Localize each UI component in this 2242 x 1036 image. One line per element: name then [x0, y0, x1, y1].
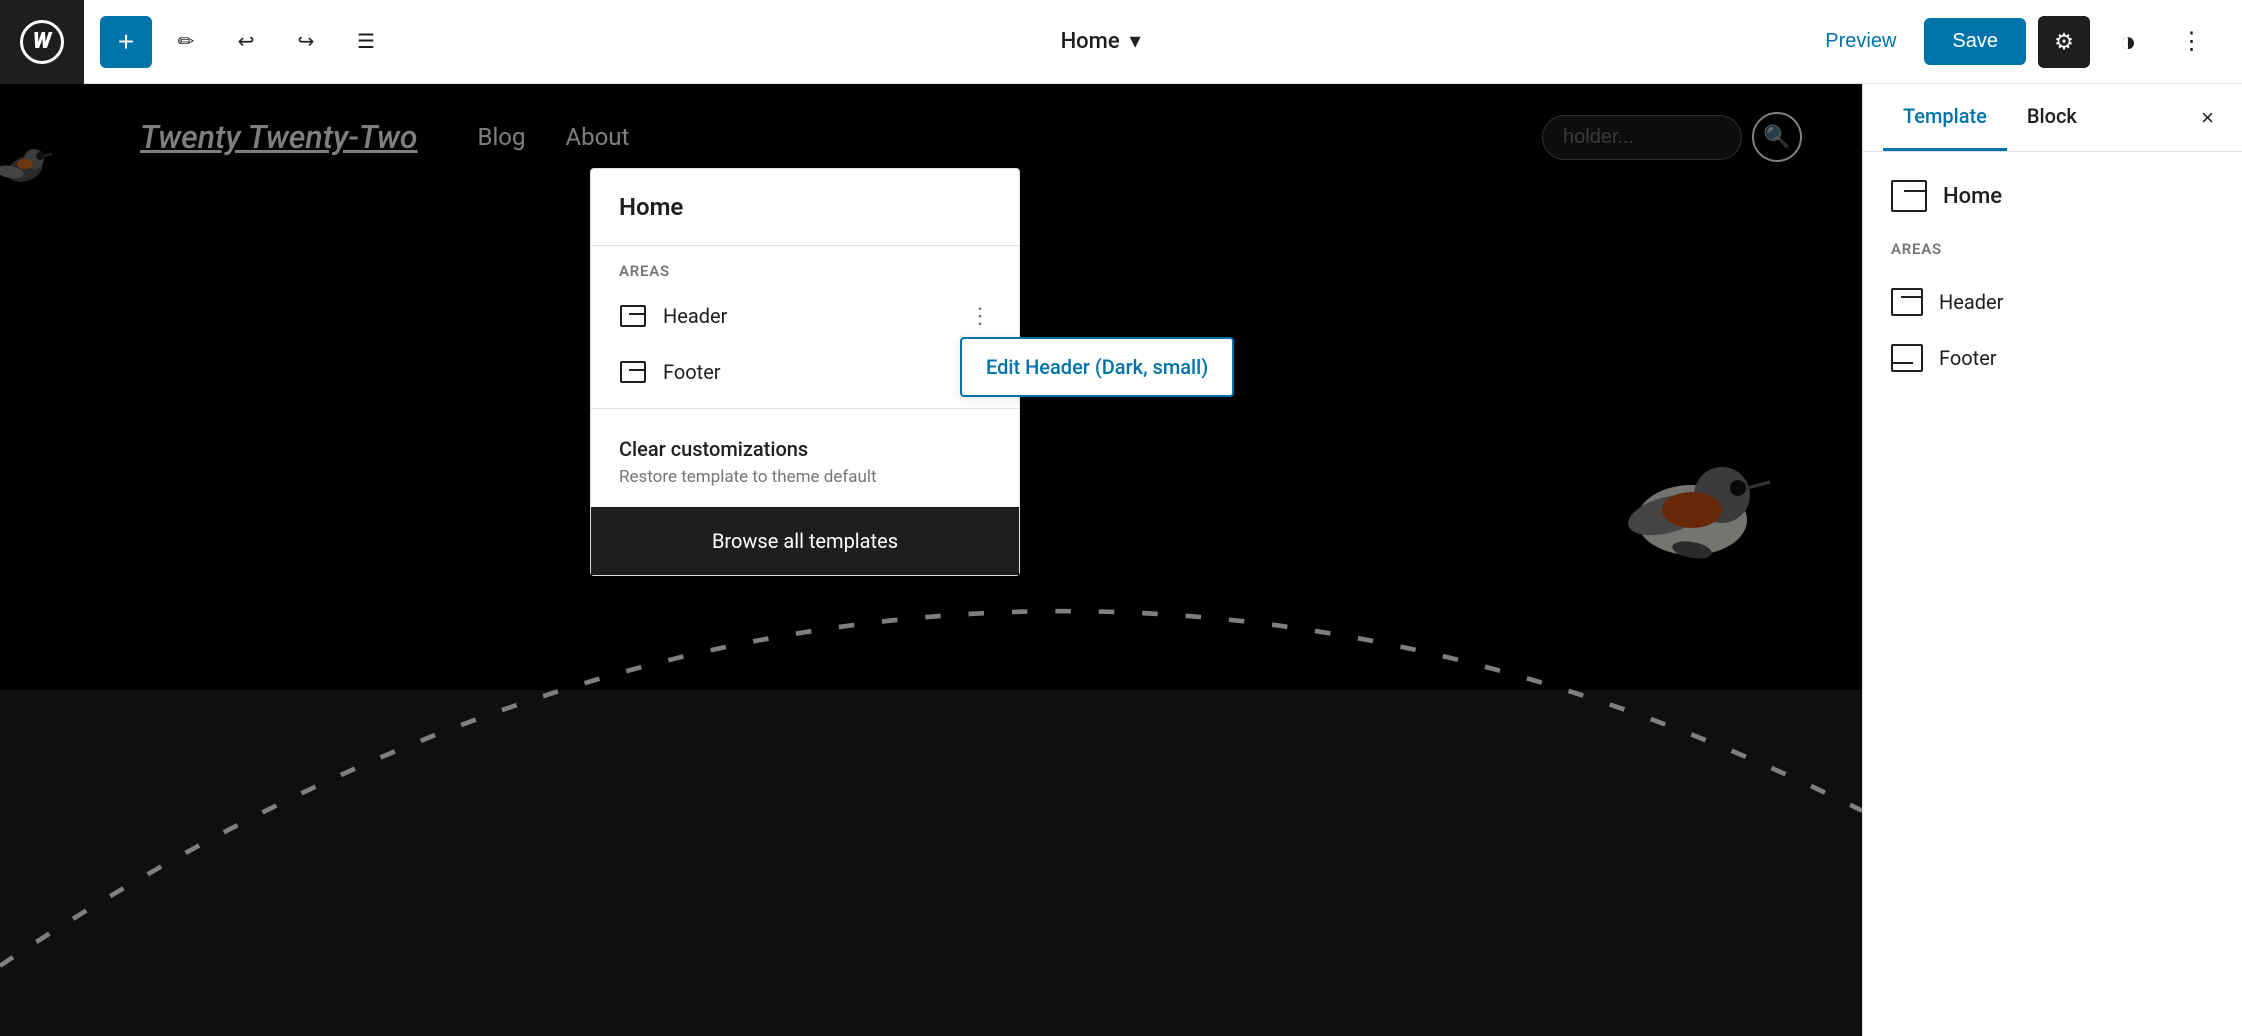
dropdown-header-dots[interactable]: ⋮: [969, 304, 991, 329]
dropdown-clear-title: Clear customizations: [619, 437, 991, 461]
dropdown-areas-label: AREAS: [591, 246, 1019, 288]
edit-header-label: Edit Header (Dark, small): [986, 355, 1208, 379]
toolbar-center: Home ▾: [392, 29, 1809, 54]
sidebar-header-item[interactable]: Header: [1891, 274, 2214, 330]
add-block-button[interactable]: +: [100, 16, 152, 68]
sidebar-content: Home AREAS Header Footer: [1863, 152, 2242, 1036]
canvas: Twenty Twenty-Two Blog About 🔍: [0, 84, 1862, 1036]
tab-template[interactable]: Template: [1883, 84, 2007, 151]
contrast-button[interactable]: ◑: [2102, 16, 2154, 68]
toolbar: W + ✏ ↩ ↪ ☰ Home ▾ Preview Save ⚙ ◑ ⋮: [0, 0, 2242, 84]
wp-logo[interactable]: W: [0, 0, 84, 84]
chevron-down-icon: ▾: [1130, 29, 1141, 54]
edit-header-tooltip[interactable]: Edit Header (Dark, small): [960, 337, 1234, 397]
settings-button[interactable]: ⚙: [2038, 16, 2090, 68]
page-title: Home: [1061, 29, 1120, 54]
dropdown-header-item[interactable]: Header ⋮: [591, 288, 1019, 344]
dropdown-title: Home: [591, 169, 1019, 246]
dropdown-browse-label: Browse all templates: [712, 529, 898, 553]
dropdown-header-label: Header: [663, 304, 953, 328]
list-view-button[interactable]: ☰: [340, 16, 392, 68]
undo-button[interactable]: ↩: [220, 16, 272, 68]
sidebar-header-label: Header: [1939, 290, 2003, 314]
sidebar-template-name: Home: [1943, 184, 2002, 209]
dropdown-footer-label: Footer: [663, 360, 991, 384]
sidebar-areas-label: AREAS: [1891, 240, 2214, 258]
wp-logo-icon: W: [20, 20, 64, 64]
more-options-button[interactable]: ⋮: [2166, 16, 2218, 68]
dropdown-footer-item[interactable]: Footer: [591, 344, 1019, 400]
header-icon: [620, 305, 646, 327]
edit-button[interactable]: ✏: [160, 16, 212, 68]
preview-button[interactable]: Preview: [1809, 20, 1912, 63]
sidebar-header-icon: [1891, 288, 1923, 316]
dropdown-panel: Home AREAS Header ⋮ Footer Clear customi…: [590, 168, 1020, 576]
footer-template-icon: [619, 358, 647, 386]
sidebar-footer-item[interactable]: Footer: [1891, 330, 2214, 386]
sidebar-template-icon: [1891, 180, 1927, 212]
dropdown-browse-footer[interactable]: Browse all templates: [591, 507, 1019, 575]
toolbar-left: + ✏ ↩ ↪ ☰: [100, 16, 392, 68]
dropdown-clear-desc: Restore template to theme default: [619, 467, 991, 487]
dropdown-divider: [591, 408, 1019, 409]
sidebar-footer-label: Footer: [1939, 346, 1997, 370]
sidebar-template-row: Home: [1891, 180, 2214, 212]
save-button[interactable]: Save: [1924, 18, 2026, 65]
redo-button[interactable]: ↪: [280, 16, 332, 68]
dropdown-clear-section: Clear customizations Restore template to…: [591, 417, 1019, 507]
main: Twenty Twenty-Two Blog About 🔍: [0, 84, 2242, 1036]
footer-icon: [620, 361, 646, 383]
header-template-icon: [619, 302, 647, 330]
toolbar-right: Preview Save ⚙ ◑ ⋮: [1809, 16, 2218, 68]
tab-block[interactable]: Block: [2007, 84, 2097, 151]
sidebar-footer-icon: [1891, 344, 1923, 372]
sidebar-tabs: Template Block ×: [1863, 84, 2242, 152]
sidebar-close-button[interactable]: ×: [2193, 97, 2222, 139]
page-selector[interactable]: Home ▾: [1061, 29, 1141, 54]
sidebar: Template Block × Home AREAS Header Foote…: [1862, 84, 2242, 1036]
